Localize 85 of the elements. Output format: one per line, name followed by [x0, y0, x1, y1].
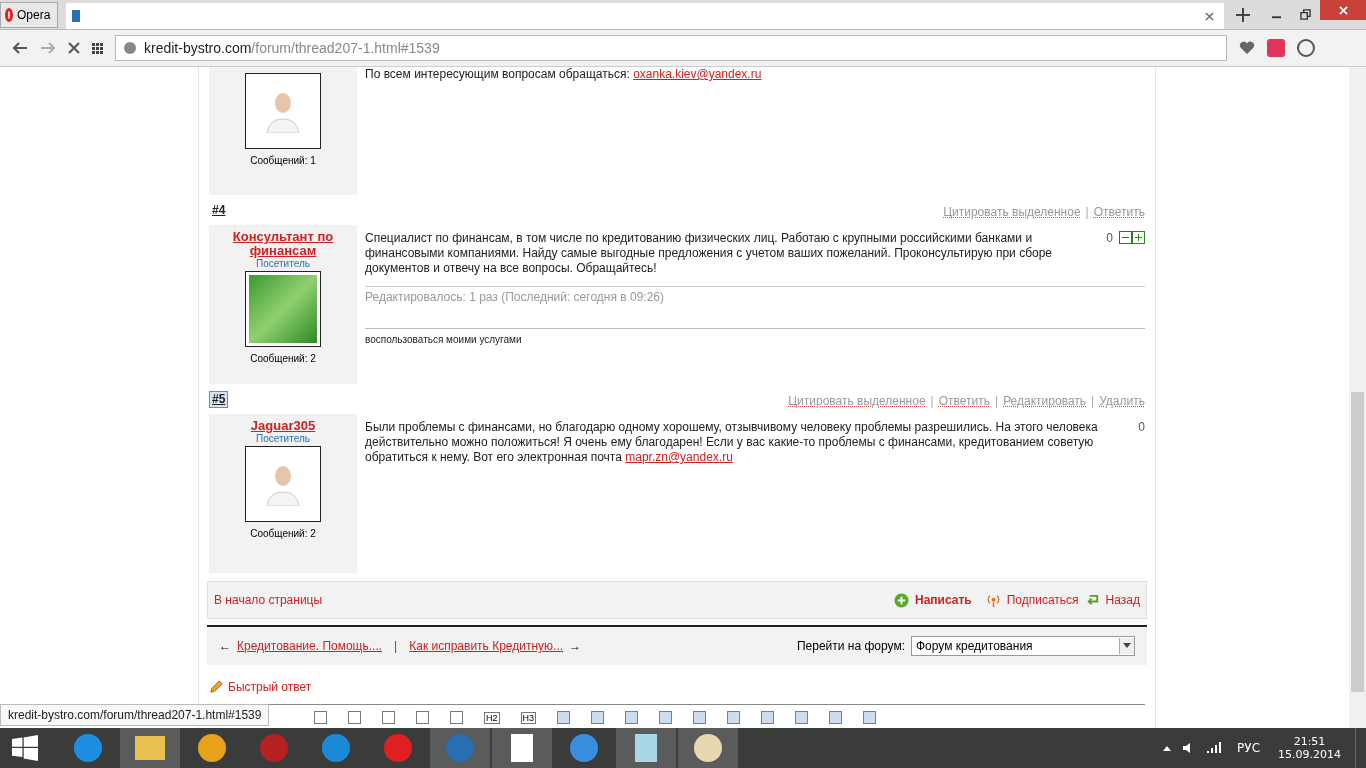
rating-count: 0	[1106, 231, 1113, 245]
next-thread-link[interactable]: Как исправить Кредитную...	[409, 639, 564, 653]
separator: |	[394, 639, 398, 653]
insert-icon[interactable]	[693, 711, 707, 724]
close-window-icon[interactable]	[1320, 0, 1366, 20]
new-tab-icon[interactable]	[1236, 7, 1251, 22]
tray-icons[interactable]	[1163, 741, 1224, 755]
opera-menu-button[interactable]: Opera	[0, 1, 58, 28]
close-tab-icon[interactable]	[1205, 11, 1215, 21]
insert-icon[interactable]	[659, 711, 673, 724]
heading-button[interactable]: H3	[520, 711, 537, 724]
clock-time[interactable]: 21:51	[1293, 735, 1326, 748]
plus-circle-icon	[894, 592, 909, 608]
user-role: Посетитель	[256, 433, 310, 444]
notepad-icon[interactable]	[616, 728, 676, 768]
write-link[interactable]: Написать	[915, 593, 972, 607]
post-action-link[interactable]: Ответить	[1093, 205, 1145, 219]
post-text: Были проблемы с финансами, но благодарю одному хорошему, отзывчивому человеку проблемы разрешились. На этого человека действительно можно положиться! Я очень ему благодарен! Если у вас какие-то проблемы с финансами, кредитованием советую обратиться к нему. Вот его электронная почта mapr.zn@yandex.ru	[365, 420, 1099, 465]
minus-icon[interactable]	[1119, 231, 1132, 244]
separator: |	[995, 394, 999, 408]
plus-icon[interactable]	[1132, 231, 1145, 244]
insert-icon[interactable]	[727, 711, 741, 724]
format-icon[interactable]	[382, 711, 395, 724]
scrollbar[interactable]	[1349, 67, 1366, 728]
post-number-link[interactable]: #5	[209, 391, 229, 408]
heart-icon[interactable]	[1239, 41, 1255, 55]
format-icon[interactable]	[348, 711, 361, 724]
speed-dial-icon[interactable]	[92, 42, 103, 54]
opera-logo-icon	[5, 7, 13, 22]
status-url-tooltip: kredit-bystro.com/forum/thread207-1.html#1539	[0, 704, 270, 726]
post-action-link[interactable]: Удалить	[1099, 394, 1145, 408]
post-action-link[interactable]: Редактировать	[1003, 394, 1087, 408]
input-language[interactable]: РУС	[1237, 741, 1260, 755]
caret-icon	[1119, 638, 1134, 654]
insert-icon[interactable]	[557, 711, 571, 724]
email-link[interactable]: mapr.zn@yandex.ru	[625, 450, 733, 464]
pencil-icon	[209, 679, 224, 694]
right-arrow: →	[569, 639, 582, 653]
user-role: Посетитель	[256, 258, 310, 269]
separator: |	[930, 394, 934, 408]
address-field[interactable]: kredit-bystro.com/forum/thread207-1.html#1539	[115, 35, 1227, 61]
folder-icon[interactable]	[120, 728, 180, 768]
format-icon[interactable]	[314, 711, 327, 724]
format-icon[interactable]	[416, 711, 429, 724]
rating-count: 0	[1138, 420, 1145, 434]
windows-logo-icon[interactable]	[12, 735, 38, 761]
document-icon[interactable]	[492, 728, 552, 768]
edit-note: Редактировалось: 1 раз (Последний: сегодня в 09:26)	[365, 286, 1145, 304]
clock-date[interactable]: 15.09.2014	[1278, 748, 1341, 761]
subscribe-link[interactable]: Подписаться	[1006, 593, 1079, 607]
restore-icon[interactable]	[1300, 9, 1312, 20]
post-text: По всем интересующим вопросам обращаться: oxanka.kiev@yandex.ru	[365, 67, 762, 82]
message-count: Сообщений: 2	[250, 353, 316, 364]
jump-to-forum-label: Перейти на форум:	[796, 639, 905, 653]
forum-dropdown[interactable]: Форум кредитования	[911, 636, 1135, 656]
signature-text: воспользоваться моими услугами	[365, 328, 1145, 345]
insert-icon[interactable]	[863, 711, 877, 724]
post-action-link[interactable]: Цитировать выделенное	[788, 394, 926, 408]
quick-reply-link[interactable]: Быстрый ответ	[228, 679, 312, 694]
format-icon[interactable]	[450, 711, 463, 724]
email-link[interactable]: oxanka.kiev@yandex.ru	[633, 67, 762, 81]
page-favicon-icon	[71, 10, 80, 22]
left-arrow: ←	[219, 639, 231, 653]
insert-icon[interactable]	[761, 711, 775, 724]
heading-button[interactable]: H2	[484, 711, 500, 724]
separator: |	[1085, 205, 1089, 219]
author-link[interactable]: Консультант по финансам	[228, 230, 338, 258]
previous-thread-link[interactable]: Кредитование. Помощь....	[237, 639, 383, 653]
insert-icon[interactable]	[625, 711, 639, 724]
separator: |	[1091, 394, 1095, 408]
insert-icon[interactable]	[795, 711, 809, 724]
return-arrow-icon	[1084, 592, 1100, 608]
stop-icon[interactable]	[68, 42, 80, 54]
insert-icon[interactable]	[829, 711, 843, 724]
post-action-link[interactable]: Ответить	[938, 394, 990, 408]
back-link[interactable]: Назад	[1105, 593, 1140, 607]
message-count: Сообщений: 1	[250, 155, 316, 166]
message-count: Сообщений: 2	[250, 528, 316, 539]
author-link[interactable]: Jaguar305	[228, 419, 338, 433]
post-action-link[interactable]: Цитировать выделенное	[943, 205, 1081, 219]
post-number-link[interactable]: #4	[209, 202, 229, 219]
insert-icon[interactable]	[591, 711, 605, 724]
back-icon[interactable]	[12, 41, 28, 55]
top-of-page-link[interactable]: В начало страницы	[214, 593, 323, 607]
post-text: Специалист по финансам, в том числе по кредитованию физических лиц. Работаю с крупными российскими банками и финансовыми компаниями. Найду самые выгодные предложения с учетом ваших пожеланий. Проконсультирую при сборе документов и отвечу на все вопросы. Обращайтесь!	[365, 231, 1054, 276]
